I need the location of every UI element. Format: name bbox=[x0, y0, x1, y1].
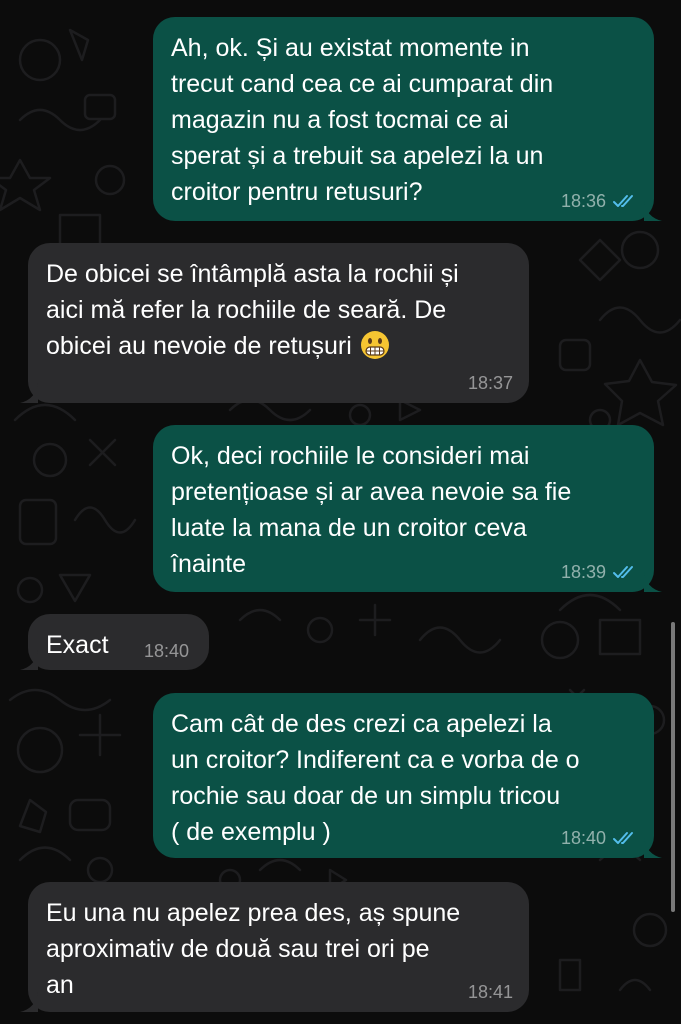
message-text: Ah, ok. Și au existat momente in trecut … bbox=[171, 34, 554, 206]
bubble-tail bbox=[20, 383, 38, 403]
message-meta: 18:40 bbox=[144, 641, 189, 661]
chat-message-list[interactable]: Ah, ok. Și au existat momente in trecut … bbox=[0, 0, 681, 1024]
message-time: 18:37 bbox=[467, 373, 513, 393]
read-receipt-double-check-icon bbox=[613, 195, 633, 207]
message-bubble-incoming[interactable]: Exact 18:40 bbox=[20, 614, 209, 670]
read-receipt-double-check-icon bbox=[613, 566, 633, 578]
message-bubble-outgoing[interactable]: Cam cât de des crezi ca apelezi la un cr… bbox=[153, 693, 662, 858]
bubble-tail bbox=[644, 201, 662, 221]
message-meta: 18:39 bbox=[561, 562, 638, 582]
message-bubble-outgoing[interactable]: Ah, ok. Și au existat momente in trecut … bbox=[153, 17, 662, 221]
message-text: Eu una nu apelez prea des, aș spune apro… bbox=[46, 899, 461, 999]
message-time: 18:41 bbox=[467, 982, 513, 1002]
message-meta: 18:40 bbox=[561, 828, 638, 848]
scrollbar[interactable] bbox=[671, 622, 675, 912]
read-receipt-double-check-icon bbox=[613, 832, 633, 844]
message-time: 18:40 bbox=[560, 828, 606, 848]
message-time: 18:39 bbox=[560, 562, 606, 582]
message-meta: 18:37 bbox=[468, 373, 513, 393]
message-meta: 18:36 bbox=[561, 191, 638, 211]
message-time: 18:36 bbox=[560, 191, 606, 211]
bubble-tail bbox=[20, 650, 38, 670]
message-meta: 18:41 bbox=[468, 982, 513, 1002]
message-bubble-incoming[interactable]: De obicei se întâmplă asta la rochii și … bbox=[20, 243, 529, 403]
bubble-tail bbox=[644, 572, 662, 592]
bubble-tail bbox=[644, 838, 662, 858]
grimacing-face-emoji-icon bbox=[360, 331, 389, 359]
message-time: 18:40 bbox=[143, 641, 189, 661]
message-bubble-outgoing[interactable]: Ok, deci rochiile le consideri mai prete… bbox=[153, 425, 662, 592]
bubble-tail bbox=[20, 992, 38, 1012]
message-bubble-incoming[interactable]: Eu una nu apelez prea des, aș spune apro… bbox=[20, 882, 529, 1012]
message-text: De obicei se întâmplă asta la rochii și … bbox=[46, 260, 459, 360]
message-text: Ok, deci rochiile le consideri mai prete… bbox=[171, 442, 572, 578]
